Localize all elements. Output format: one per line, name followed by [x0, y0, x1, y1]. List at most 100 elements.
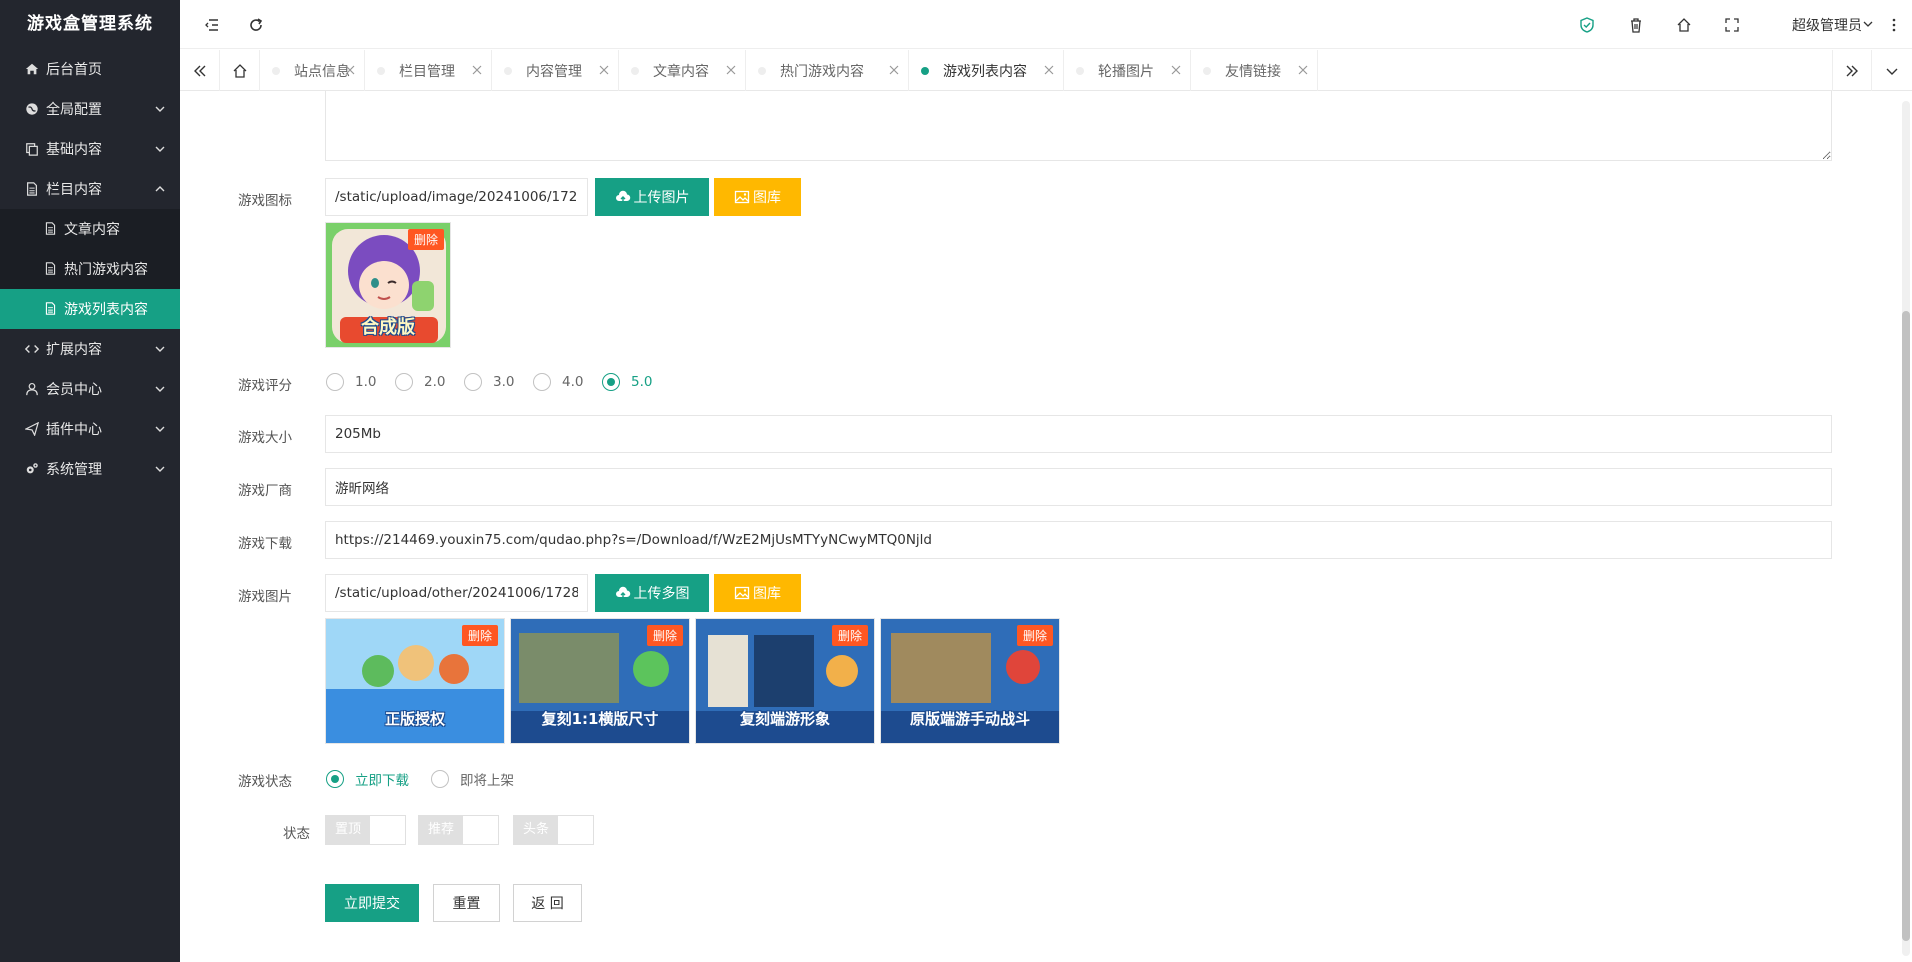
rating-option-3[interactable]: 3.0 — [464, 373, 514, 391]
sidebar-subitem-label: 热门游戏内容 — [64, 262, 148, 278]
reset-button[interactable]: 重置 — [433, 884, 500, 922]
chevron-down-icon — [154, 343, 166, 355]
status-option-coming[interactable]: 即将上架 — [431, 769, 514, 789]
tab-carousel[interactable]: 轮播图片 — [1064, 50, 1191, 91]
sidebar-subitem-label: 文章内容 — [64, 222, 120, 238]
chevron-down-icon — [154, 103, 166, 115]
tab-home-icon[interactable] — [220, 50, 260, 91]
rating-option-1[interactable]: 1.0 — [326, 373, 376, 391]
menu-toggle-icon[interactable] — [202, 15, 222, 35]
status-option-label: 即将上架 — [460, 773, 514, 789]
copy-icon — [24, 141, 40, 157]
switch-top[interactable]: 置顶 — [325, 815, 406, 845]
close-icon[interactable] — [888, 64, 900, 76]
close-icon[interactable] — [1297, 64, 1309, 76]
tab-game-list[interactable]: 游戏列表内容 — [909, 50, 1064, 91]
sidebar-item-home[interactable]: 后台首页 — [0, 49, 180, 89]
more-vertical-icon[interactable] — [1884, 15, 1904, 35]
user-menu[interactable]: 超级管理员 — [1792, 15, 1862, 35]
back-button[interactable]: 返 回 — [513, 884, 582, 922]
form-content: 游戏图标 上传图片 图库 合成版 删除 游戏评分 1.0 2.0 3.0 4.0… — [180, 91, 1912, 962]
tabs-scroll-left-icon[interactable] — [180, 50, 220, 91]
switch-recommend[interactable]: 推荐 — [418, 815, 499, 845]
sidebar-item-members[interactable]: 会员中心 — [0, 369, 180, 409]
close-icon[interactable] — [1170, 64, 1182, 76]
rating-option-label: 2.0 — [424, 374, 446, 390]
chevron-down-icon — [154, 383, 166, 395]
close-icon[interactable] — [725, 64, 737, 76]
delete-screenshot-button[interactable]: 删除 — [461, 625, 498, 646]
upload-image-label: 上传图片 — [633, 190, 690, 206]
sidebar-item-label: 全局配置 — [46, 102, 102, 118]
home-icon[interactable] — [1674, 15, 1694, 35]
tab-label: 文章内容 — [653, 63, 709, 80]
rating-option-label: 3.0 — [493, 374, 515, 390]
tab-content-manage[interactable]: 内容管理 — [492, 50, 619, 91]
images-path-input[interactable] — [325, 574, 588, 612]
icon-path-input[interactable] — [325, 178, 588, 216]
submit-button[interactable]: 立即提交 — [325, 884, 419, 922]
gallery-button[interactable]: 图库 — [714, 178, 801, 216]
sidebar-subitem-hot-games[interactable]: 热门游戏内容 — [0, 249, 180, 289]
sidebar: 游戏盒管理系统 后台首页 全局配置 基础内容 栏目内容 文章内容 热门游戏内容 … — [0, 0, 180, 962]
sidebar-item-global-config[interactable]: 全局配置 — [0, 89, 180, 129]
close-icon[interactable] — [344, 64, 356, 76]
delete-screenshot-button[interactable]: 删除 — [646, 625, 683, 646]
sidebar-item-basic-content[interactable]: 基础内容 — [0, 129, 180, 169]
sidebar-submenu: 文章内容 热门游戏内容 游戏列表内容 — [0, 209, 180, 329]
sidebar-subitem-game-list[interactable]: 游戏列表内容 — [0, 289, 180, 329]
radio-circle — [395, 373, 413, 391]
rating-option-5[interactable]: 5.0 — [602, 373, 652, 391]
close-icon[interactable] — [598, 64, 610, 76]
description-textarea[interactable] — [325, 91, 1832, 161]
switch-label: 头条 — [514, 816, 559, 844]
screenshot-caption: 复刻端游形象 — [739, 710, 830, 728]
refresh-icon[interactable] — [246, 15, 266, 35]
upload-image-button[interactable]: 上传图片 — [595, 178, 709, 216]
sidebar-subitem-articles[interactable]: 文章内容 — [0, 209, 180, 249]
sidebar-item-plugins[interactable]: 插件中心 — [0, 409, 180, 449]
close-icon[interactable] — [471, 64, 483, 76]
tab-label: 游戏列表内容 — [943, 63, 1027, 80]
image-icon — [734, 189, 753, 205]
upload-multi-button[interactable]: 上传多图 — [595, 574, 709, 612]
sidebar-item-system[interactable]: 系统管理 — [0, 449, 180, 489]
tab-column-manage[interactable]: 栏目管理 — [365, 50, 492, 91]
chevron-down-icon — [154, 143, 166, 155]
chevron-down-icon[interactable] — [1862, 18, 1874, 30]
status-option-label: 立即下载 — [355, 773, 409, 789]
switch-headline[interactable]: 头条 — [513, 815, 594, 845]
tab-friend-links[interactable]: 友情链接 — [1191, 50, 1318, 91]
delete-screenshot-button[interactable]: 删除 — [831, 625, 868, 646]
shield-check-icon[interactable] — [1577, 15, 1597, 35]
fullscreen-icon[interactable] — [1722, 15, 1742, 35]
rating-label: 游戏评分 — [238, 378, 292, 394]
tabs-scroll-right-icon[interactable] — [1832, 50, 1872, 91]
status-option-download[interactable]: 立即下载 — [326, 769, 409, 789]
screenshot-thumb: 复刻1:1横版尺寸 删除 — [510, 618, 690, 744]
trash-icon[interactable] — [1626, 15, 1646, 35]
scrollbar[interactable] — [1902, 101, 1910, 956]
delete-icon-button[interactable]: 删除 — [407, 229, 444, 250]
rating-option-4[interactable]: 4.0 — [533, 373, 583, 391]
gallery-label: 图库 — [753, 586, 781, 602]
tab-article-content[interactable]: 文章内容 — [619, 50, 746, 91]
rating-option-2[interactable]: 2.0 — [395, 373, 445, 391]
file-icon — [44, 302, 58, 316]
tabs-menu-chevron-icon[interactable] — [1872, 50, 1912, 91]
vendor-input[interactable] — [325, 468, 1832, 506]
size-input[interactable] — [325, 415, 1832, 453]
tab-hot-games[interactable]: 热门游戏内容 — [746, 50, 909, 91]
tab-site-info[interactable]: 站点信息 — [260, 50, 365, 91]
sidebar-item-column-content[interactable]: 栏目内容 — [0, 169, 180, 209]
sidebar-item-extension[interactable]: 扩展内容 — [0, 329, 180, 369]
gallery-button-2[interactable]: 图库 — [714, 574, 801, 612]
download-input[interactable] — [325, 521, 1832, 559]
tab-label: 站点信息 — [294, 63, 350, 80]
rating-option-label: 4.0 — [562, 374, 584, 390]
scrollbar-thumb[interactable] — [1902, 311, 1910, 941]
delete-screenshot-button[interactable]: 删除 — [1016, 625, 1053, 646]
radio-circle — [326, 770, 344, 788]
radio-circle — [602, 373, 620, 391]
close-icon[interactable] — [1043, 64, 1055, 76]
